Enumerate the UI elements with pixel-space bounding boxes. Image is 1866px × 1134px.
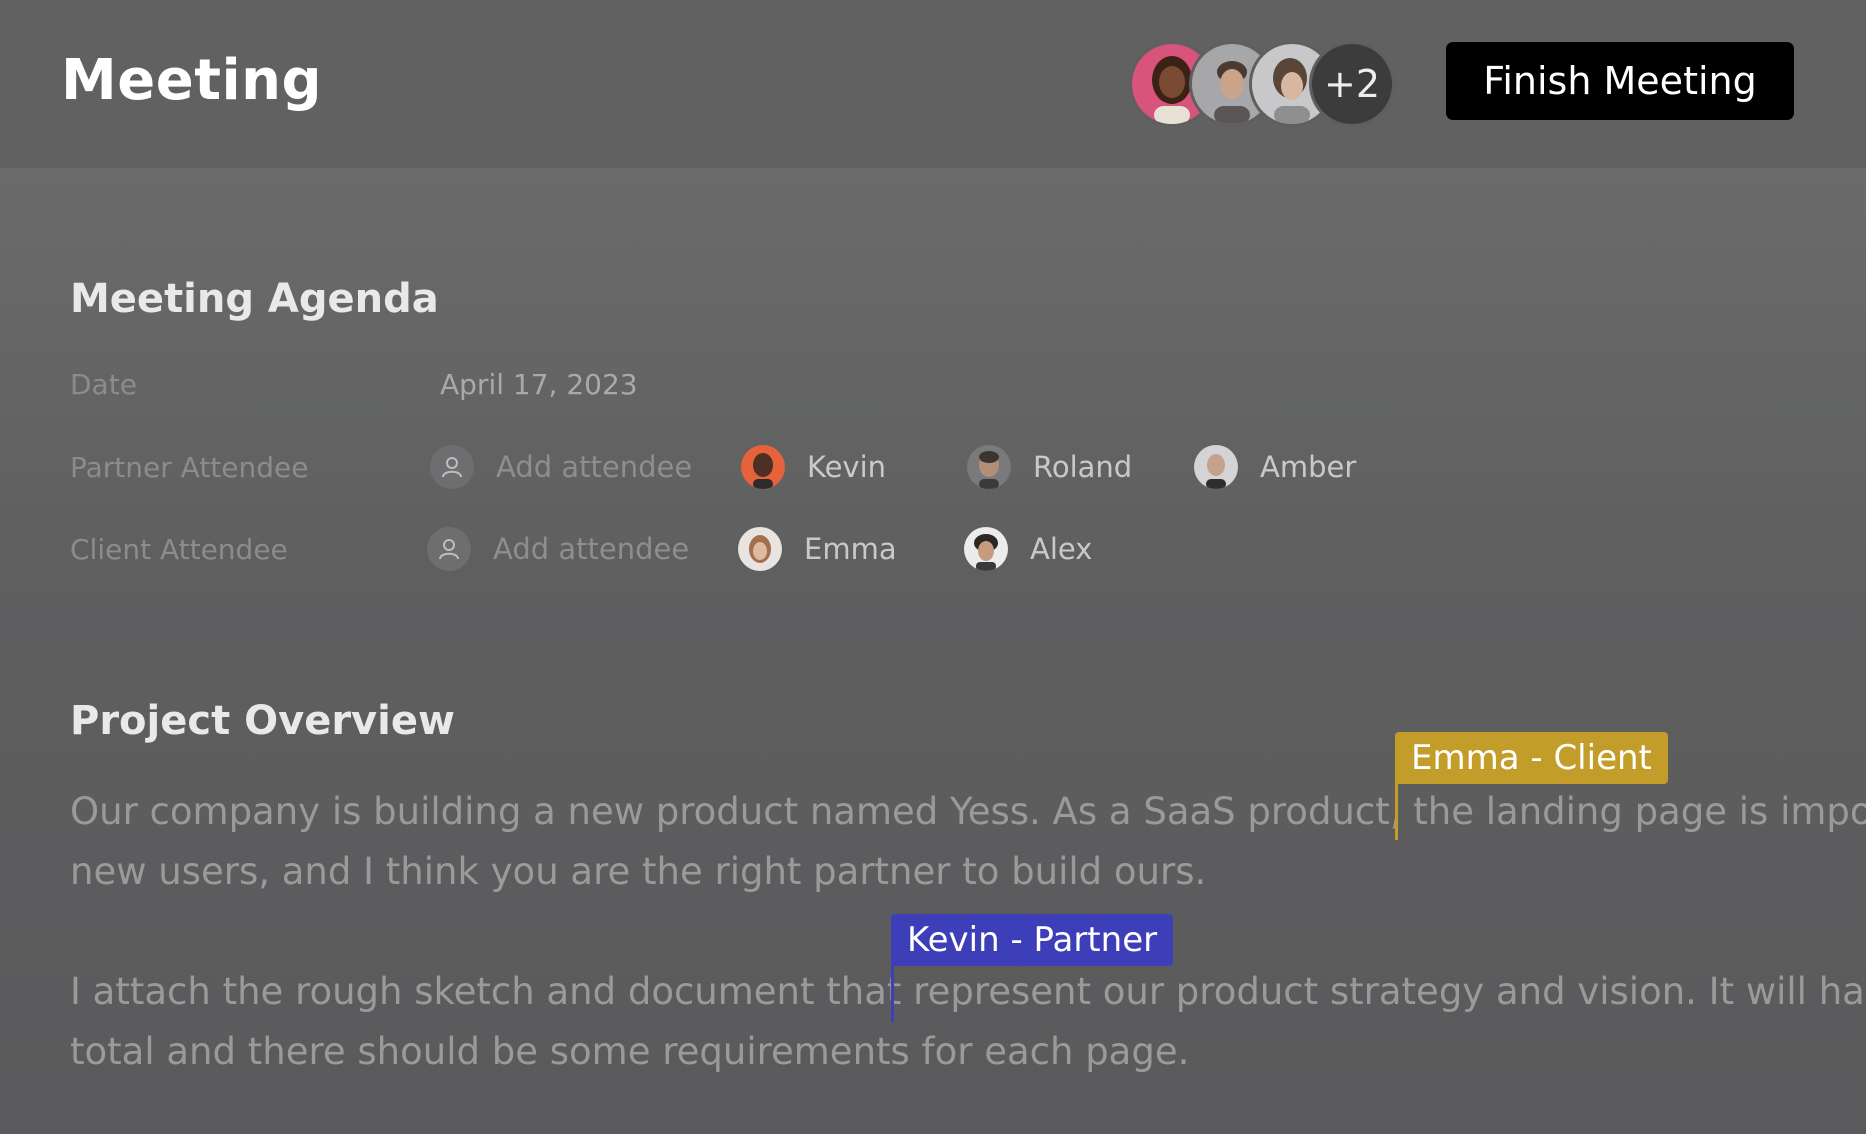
more-participants-count[interactable]: +2 — [1309, 41, 1395, 127]
avatar — [741, 445, 785, 489]
attendee-emma[interactable]: Emma — [738, 525, 897, 573]
overview-line-4[interactable]: total and there should be some requireme… — [70, 1030, 1189, 1073]
meeting-content: Meeting Agenda Date April 17, 2023 Partn… — [0, 168, 1866, 1134]
date-value[interactable]: April 17, 2023 — [440, 368, 638, 401]
avatar — [967, 445, 1011, 489]
overview-line-2[interactable]: new users, and I think you are the right… — [70, 850, 1206, 893]
person-outline-icon — [427, 527, 471, 571]
date-label: Date — [70, 368, 137, 401]
partner-attendee-label: Partner Attendee — [70, 451, 309, 484]
client-attendee-label: Client Attendee — [70, 533, 288, 566]
attendee-name: Amber — [1260, 450, 1357, 484]
client-cursor — [1395, 784, 1398, 840]
attendee-roland[interactable]: Roland — [967, 443, 1132, 491]
top-bar: Meeting +2 Finish Meeting — [0, 0, 1866, 168]
attendee-kevin[interactable]: Kevin — [741, 443, 886, 491]
add-attendee-label: Add attendee — [493, 532, 690, 566]
overview-heading: Project Overview — [70, 698, 455, 744]
attendee-name: Alex — [1030, 532, 1093, 566]
finish-meeting-button[interactable]: Finish Meeting — [1446, 42, 1794, 120]
add-partner-attendee[interactable]: Add attendee — [430, 443, 692, 491]
avatar — [964, 527, 1008, 571]
person-outline-icon — [430, 445, 474, 489]
attendee-name: Emma — [804, 532, 897, 566]
client-cursor-tag: Emma - Client — [1395, 732, 1668, 784]
agenda-heading: Meeting Agenda — [70, 276, 439, 322]
overview-line-3[interactable]: I attach the rough sketch and document t… — [70, 970, 1866, 1013]
add-attendee-label: Add attendee — [496, 450, 693, 484]
partner-cursor-tag: Kevin - Partner — [891, 914, 1174, 966]
page-title: Meeting — [61, 48, 323, 113]
attendee-name: Kevin — [807, 450, 887, 484]
add-client-attendee[interactable]: Add attendee — [427, 525, 689, 573]
avatar — [1194, 445, 1238, 489]
attendee-amber[interactable]: Amber — [1194, 443, 1356, 491]
avatar — [738, 527, 782, 571]
attendee-name: Roland — [1033, 450, 1133, 484]
overview-line-1[interactable]: Our company is building a new product na… — [70, 790, 1866, 833]
attendee-alex[interactable]: Alex — [964, 525, 1092, 573]
partner-cursor — [891, 966, 894, 1022]
